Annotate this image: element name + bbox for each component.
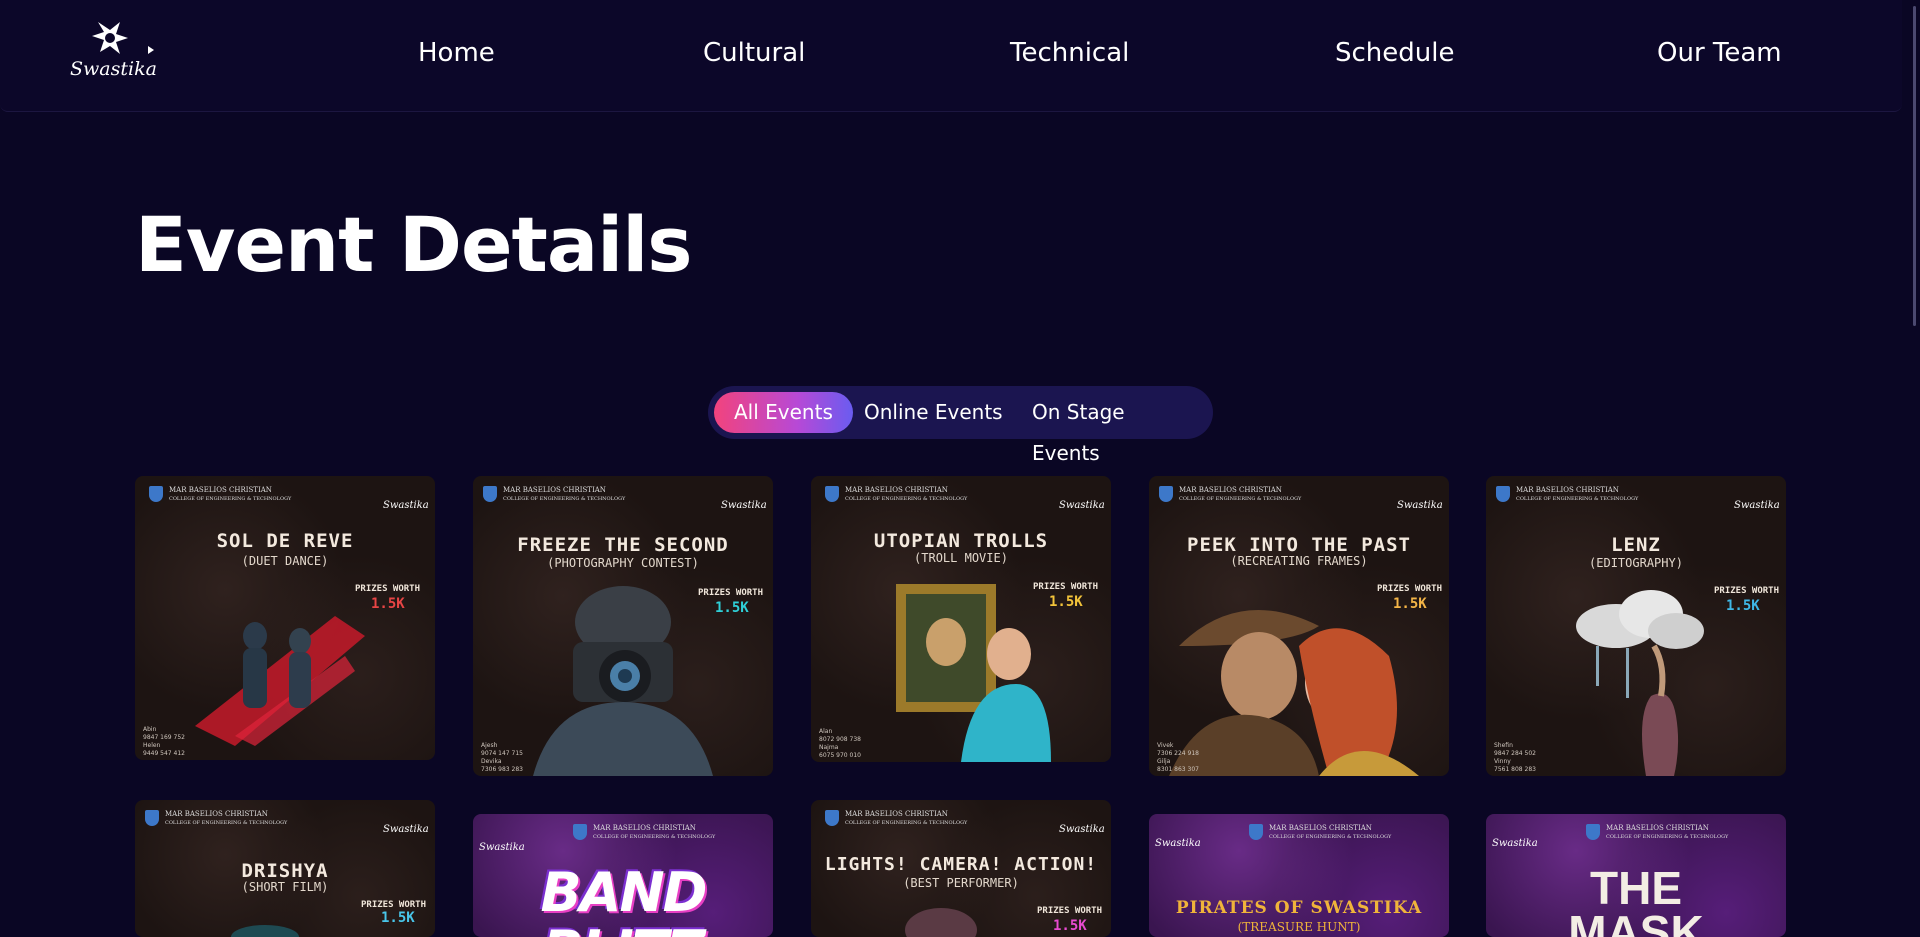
nav-our-team[interactable]: Our Team — [1657, 38, 1782, 68]
swastika-mini-logo: Swastika — [383, 500, 429, 511]
logo-text: Swastika — [70, 58, 157, 80]
card-subtitle: (EDITOGRAPHY) — [1589, 556, 1683, 570]
event-card-drishya[interactable]: MAR BASELIOS CHRISTIAN COLLEGE OF ENGINEE… — [135, 800, 435, 937]
contact-list: Vivek 7306 224 918 Gilja 8301 863 307 — [1157, 742, 1199, 773]
college-name: MAR BASELIOS CHRISTIAN COLLEGE OF ENGINEE… — [593, 824, 716, 840]
film-illustration — [231, 925, 299, 937]
prize-label: PRIZES WORTH — [355, 584, 421, 594]
nav-home[interactable]: Home — [418, 38, 495, 68]
event-filter-bar: All Events Online Events On Stage Events — [708, 386, 1213, 465]
card-title: LIGHTS! CAMERA! ACTION! — [824, 854, 1098, 875]
troll-movie-illustration — [896, 584, 1051, 762]
event-card-pirates-of-swastika[interactable]: Swastika MAR BASELIOS CHRISTIAN COLLEGE O… — [1149, 814, 1449, 937]
college-name: MAR BASELIOS CHRISTIAN COLLEGE OF ENGINEE… — [165, 810, 288, 826]
college-shield-icon — [573, 824, 587, 840]
filter-on-stage-events[interactable]: On Stage Events — [1012, 392, 1213, 465]
college-name: MAR BASELIOS CHRISTIAN COLLEGE OF ENGINEE… — [1179, 486, 1302, 502]
card-title: SOL DE REVE — [216, 530, 354, 552]
prize-label: PRIZES WORTH — [1037, 906, 1103, 916]
swastika-mini-logo: Swastika — [1059, 500, 1105, 511]
nav-technical[interactable]: Technical — [1010, 38, 1129, 68]
college-name: MAR BASELIOS CHRISTIAN COLLEGE OF ENGINEE… — [1606, 824, 1729, 840]
contact-list: Abin 9847 169 752 Helen 9449 547 412 — [143, 726, 185, 757]
card-subtitle: (BEST PERFORMER) — [903, 876, 1019, 890]
cloud-figure-illustration — [1576, 590, 1704, 776]
college-shield-icon — [825, 486, 839, 502]
card-title: THE MASK — [1568, 862, 1704, 937]
card-subtitle: (PHOTOGRAPHY CONTEST) — [547, 556, 699, 570]
college-shield-icon — [1159, 486, 1173, 502]
prize-label: PRIZES WORTH — [1714, 586, 1780, 596]
college-shield-icon — [1586, 824, 1600, 840]
college-name: MAR BASELIOS CHRISTIAN COLLEGE OF ENGINEE… — [503, 486, 626, 502]
college-shield-icon — [1496, 486, 1510, 502]
prize-value: 1.5K — [1053, 918, 1087, 934]
card-title: FREEZE THE SECOND — [517, 534, 729, 556]
prize-value: 1.5K — [1049, 594, 1083, 610]
card-title: BAND BLITZ — [540, 861, 708, 937]
card-title: PEEK INTO THE PAST — [1187, 534, 1411, 556]
college-shield-icon — [149, 486, 163, 502]
swastika-mini-logo: Swastika — [1155, 838, 1201, 849]
event-card-lights-camera-action[interactable]: MAR BASELIOS CHRISTIAN COLLEGE OF ENGINEE… — [811, 800, 1111, 937]
college-name: MAR BASELIOS CHRISTIAN COLLEGE OF ENGINEE… — [1516, 486, 1639, 502]
card-title: PIRATES OF SWASTIKA — [1175, 898, 1423, 918]
navbar: Swastika Home Cultural Technical Schedul… — [0, 0, 1902, 112]
swastika-mini-logo: Swastika — [479, 842, 525, 853]
college-name: MAR BASELIOS CHRISTIAN COLLEGE OF ENGINEE… — [845, 810, 968, 826]
prize-label: PRIZES WORTH — [361, 900, 427, 910]
nav-cultural[interactable]: Cultural — [703, 38, 805, 68]
prize-value: 1.5K — [381, 910, 415, 926]
card-title: DRISHYA — [241, 860, 329, 882]
card-subtitle: (RECREATING FRAMES) — [1230, 554, 1368, 568]
event-card-utopian-trolls[interactable]: MAR BASELIOS CHRISTIAN COLLEGE OF ENGINEE… — [811, 476, 1111, 762]
college-name: MAR BASELIOS CHRISTIAN COLLEGE OF ENGINEE… — [169, 486, 292, 502]
page-title: Event Details — [135, 200, 692, 289]
college-shield-icon — [483, 486, 497, 502]
card-subtitle: (SHORT FILM) — [241, 880, 329, 894]
card-title: LENZ — [1611, 534, 1661, 556]
college-shield-icon — [1249, 824, 1263, 840]
swastika-mini-logo: Swastika — [1734, 500, 1780, 511]
prize-value: 1.5K — [1726, 598, 1760, 614]
card-subtitle: (TROLL MOVIE) — [914, 551, 1008, 565]
nav-schedule[interactable]: Schedule — [1335, 38, 1454, 68]
card-title: UTOPIAN TROLLS — [873, 530, 1049, 552]
college-shield-icon — [825, 810, 839, 826]
swastika-mini-logo: Swastika — [383, 824, 429, 835]
event-card-freeze-the-second[interactable]: MAR BASELIOS CHRISTIAN COLLEGE OF ENGINEE… — [473, 476, 773, 776]
dancers-illustration — [195, 616, 365, 746]
page-scrollbar[interactable] — [1902, 0, 1920, 937]
event-card-band-blitz[interactable]: Swastika MAR BASELIOS CHRISTIAN COLLEGE O… — [473, 814, 773, 937]
event-card-lenz[interactable]: MAR BASELIOS CHRISTIAN COLLEGE OF ENGINEE… — [1486, 476, 1786, 776]
college-name: MAR BASELIOS CHRISTIAN COLLEGE OF ENGINEE… — [845, 486, 968, 502]
swastika-mini-logo: Swastika — [1397, 500, 1443, 511]
event-card-the-mask[interactable]: Swastika MAR BASELIOS CHRISTIAN COLLEGE O… — [1486, 814, 1786, 937]
college-shield-icon — [145, 810, 159, 826]
card-subtitle: (DUET DANCE) — [241, 554, 329, 568]
swastika-mini-logo: Swastika — [721, 500, 767, 511]
event-card-sol-de-reve[interactable]: MAR BASELIOS CHRISTIAN COLLEGE OF ENGINEE… — [135, 476, 435, 760]
event-card-peek-into-the-past[interactable]: MAR BASELIOS CHRISTIAN COLLEGE OF ENGINEE… — [1149, 476, 1449, 776]
card-subtitle: (TREASURE HUNT) — [1237, 920, 1361, 934]
swastika-mini-logo: Swastika — [1492, 838, 1538, 849]
contact-list: Shefin 9847 284 502 Vinny 7561 808 283 — [1494, 742, 1536, 773]
photographer-illustration — [533, 586, 713, 776]
scrollbar-thumb[interactable] — [1913, 6, 1916, 326]
pirates-illustration — [1169, 610, 1419, 776]
filter-online-events[interactable]: Online Events — [844, 392, 1023, 433]
college-name: MAR BASELIOS CHRISTIAN COLLEGE OF ENGINEE… — [1269, 824, 1392, 840]
swastika-mini-logo: Swastika — [1059, 824, 1105, 835]
contact-list: Alan 8072 908 738 Najma 6075 970 010 — [819, 728, 861, 759]
contact-list: Ajesh 9074 147 715 Devika 7306 983 283 — [481, 742, 523, 773]
performer-illustration — [905, 908, 977, 937]
filter-all-events[interactable]: All Events — [714, 392, 853, 433]
prize-value: 1.5K — [371, 596, 405, 612]
